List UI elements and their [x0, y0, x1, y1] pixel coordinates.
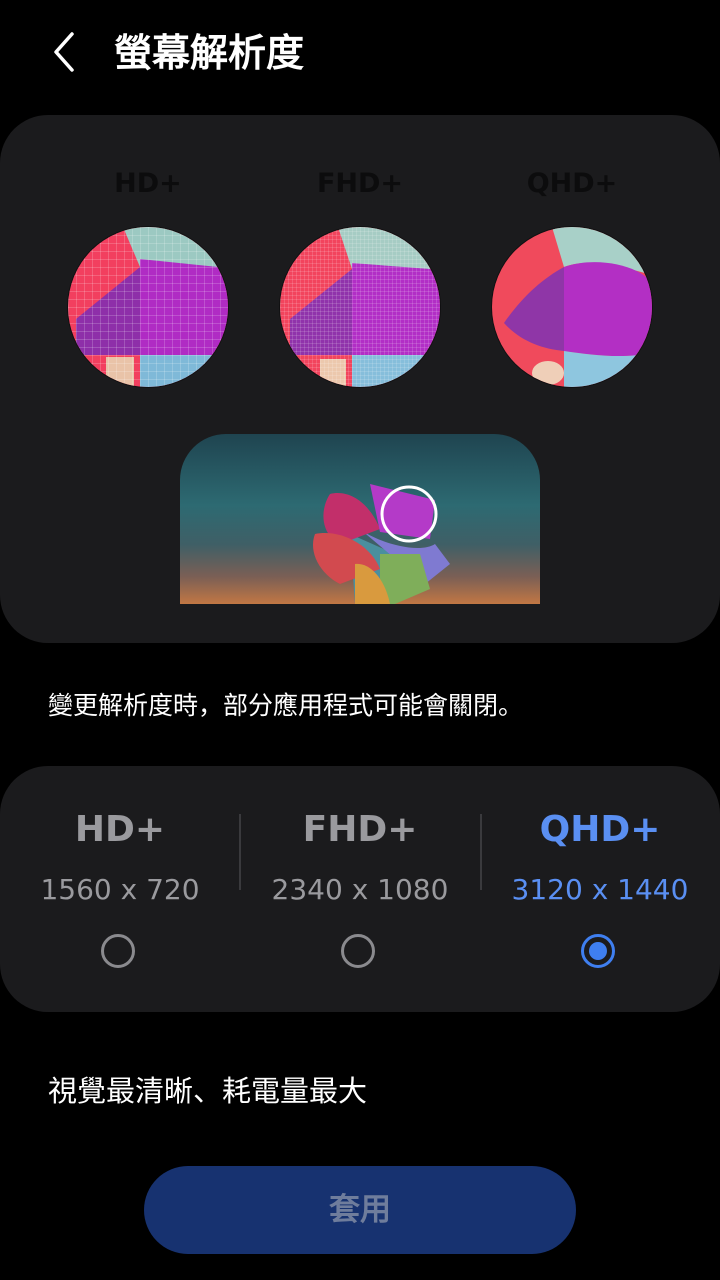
resolution-options-card: HD+ 1560 x 720 FHD+ 2340 x 1080 QHD+ 312… — [0, 766, 720, 1012]
option-hd[interactable]: HD+ 1560 x 720 — [0, 766, 240, 1012]
option-fhd[interactable]: FHD+ 2340 x 1080 — [240, 766, 480, 1012]
option-fhd-radio[interactable] — [341, 934, 375, 968]
radio-selected-dot — [589, 942, 607, 960]
apply-button[interactable]: 套用 — [144, 1166, 576, 1254]
option-fhd-name: FHD+ — [302, 809, 418, 850]
preview-label-fhd: FHD+ — [316, 168, 404, 199]
resolution-change-notice: 變更解析度時，部分應用程式可能會關閉。 — [48, 691, 524, 720]
resolution-description: 視覺最清晰、耗電量最大 — [48, 1074, 368, 1108]
option-qhd[interactable]: QHD+ 3120 x 1440 — [480, 766, 720, 1012]
back-button[interactable] — [36, 22, 92, 82]
wallpaper-preview — [180, 434, 540, 604]
option-fhd-resolution: 2340 x 1080 — [271, 873, 449, 906]
option-qhd-radio[interactable] — [581, 934, 615, 968]
preview-zoom-fhd — [280, 227, 440, 387]
option-qhd-name: QHD+ — [539, 809, 661, 850]
option-qhd-resolution: 3120 x 1440 — [511, 873, 689, 906]
option-hd-resolution: 1560 x 720 — [40, 873, 200, 906]
preview-zoom-hd — [68, 227, 228, 387]
preview-label-hd: HD+ — [114, 168, 182, 199]
option-hd-radio[interactable] — [101, 934, 135, 968]
page-title: 螢幕解析度 — [114, 31, 305, 75]
resolution-preview-card: HD+ FHD+ QHD+ — [0, 115, 720, 643]
preview-zoom-qhd — [492, 227, 652, 387]
option-hd-name: HD+ — [74, 809, 166, 850]
chevron-left-icon — [54, 32, 74, 72]
preview-label-qhd: QHD+ — [526, 168, 618, 199]
